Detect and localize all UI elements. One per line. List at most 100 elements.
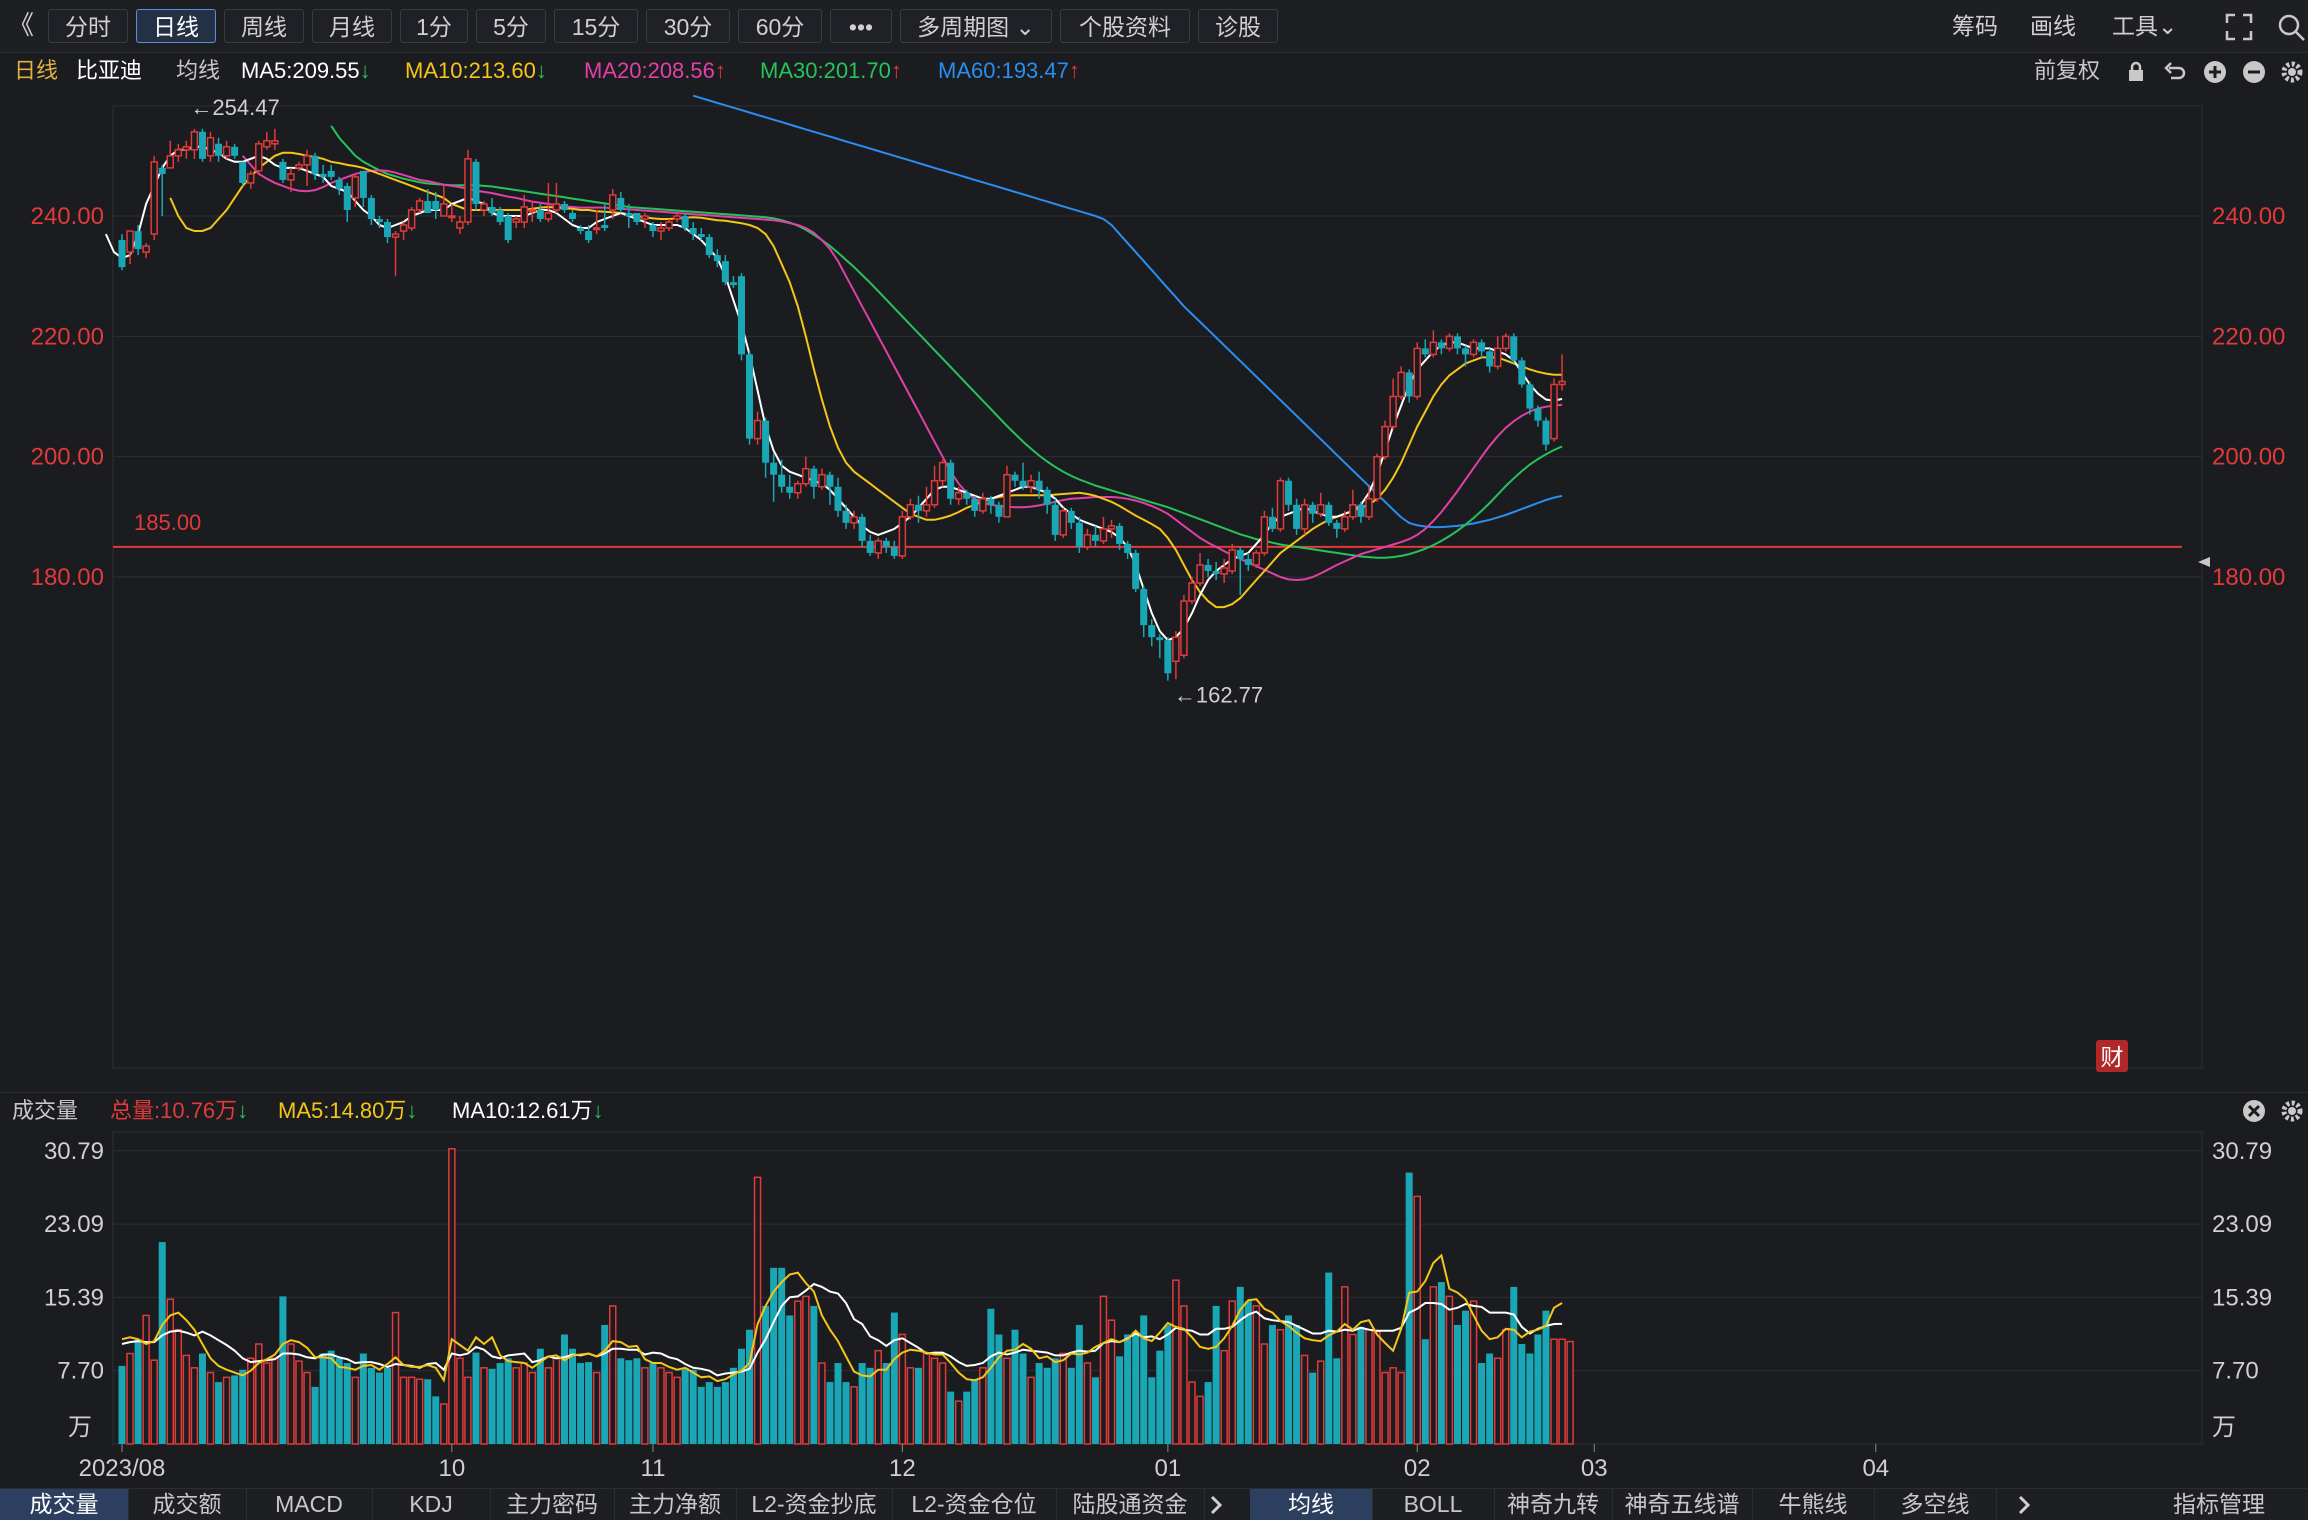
candle — [1397, 371, 1405, 398]
tab-kdj[interactable]: KDJ — [372, 1489, 491, 1520]
volume-bar — [1164, 1324, 1172, 1444]
chevron-right-icon[interactable] — [2012, 1493, 2036, 1517]
price-axis-right: 240.00 220.00 200.00 180.00 — [2212, 203, 2285, 591]
tab-magic-five[interactable]: 神奇五线谱 — [1612, 1489, 1753, 1520]
volume-bar — [1212, 1305, 1220, 1444]
candle — [1526, 384, 1534, 409]
lock-icon[interactable] — [2124, 60, 2148, 84]
multi-period-dropdown[interactable]: 多周期图 ⌄ — [900, 9, 1052, 43]
candle — [665, 221, 673, 229]
candle — [874, 540, 882, 554]
period-btn-1min[interactable]: 1分 — [400, 9, 468, 43]
volume-bar — [496, 1363, 504, 1444]
tab-main-force-code[interactable]: 主力密码 — [490, 1489, 615, 1520]
period-btn-weekly[interactable]: 周线 — [224, 9, 304, 43]
more-periods-button[interactable]: ••• — [830, 9, 892, 43]
support-line[interactable]: 185.00 — [113, 510, 2182, 548]
volume-bar — [134, 1339, 142, 1444]
search-icon[interactable] — [2276, 12, 2306, 42]
volume-bar — [1180, 1305, 1188, 1445]
settings-gear-icon[interactable] — [2280, 60, 2304, 84]
candle — [713, 255, 721, 262]
volume-bar — [1389, 1367, 1397, 1445]
ma10-value: MA10:213.60↓ — [405, 58, 547, 83]
candle — [625, 212, 633, 216]
tab-magic-nine[interactable]: 神奇九转 — [1494, 1489, 1613, 1520]
zoom-in-icon[interactable] — [2203, 60, 2227, 84]
chevron-right-icon[interactable] — [1204, 1493, 1228, 1517]
tab-volume[interactable]: 成交量 — [0, 1489, 129, 1520]
volume-bar — [1285, 1315, 1293, 1444]
tab-bull-bear[interactable]: 牛熊线 — [1752, 1489, 1875, 1520]
volume-bar — [1534, 1334, 1542, 1444]
close-icon[interactable] — [2242, 1099, 2266, 1123]
tab-main-force-net[interactable]: 主力净额 — [614, 1489, 737, 1520]
volume-settings-icon[interactable] — [2280, 1099, 2304, 1123]
candle — [1405, 372, 1413, 397]
candle — [1051, 504, 1059, 535]
volume-bar — [1043, 1367, 1051, 1444]
candle — [938, 461, 947, 482]
tools-dropdown[interactable]: 工具⌄ — [2112, 9, 2177, 43]
volume-bar — [826, 1382, 834, 1444]
candle — [914, 504, 922, 511]
tab-northbound[interactable]: 陆股通资金 — [1056, 1489, 1205, 1520]
undo-icon[interactable] — [2163, 60, 2187, 84]
price-chart[interactable]: 240.00 220.00 200.00 180.00 240.00 220.00 200… — [0, 90, 2308, 1090]
candle — [407, 209, 416, 229]
chips-button[interactable]: 筹码 — [1952, 9, 1998, 43]
period-btn-60min[interactable]: 60分 — [738, 9, 822, 43]
volume-bar — [1510, 1286, 1518, 1444]
volume-bar — [737, 1348, 745, 1444]
tab-macd[interactable]: MACD — [246, 1489, 373, 1520]
candle — [383, 222, 391, 238]
volume-bar — [1493, 1357, 1502, 1445]
volume-header: 成交量 总量:10.76万↓ MA5:14.80万↓ MA10:12.61万↓ — [0, 1092, 2308, 1129]
candle — [343, 185, 351, 210]
volume-title[interactable]: 成交量 — [12, 1093, 78, 1129]
candle — [729, 282, 737, 286]
period-btn-monthly[interactable]: 月线 — [312, 9, 392, 43]
candle — [1510, 336, 1518, 361]
volume-bar — [882, 1363, 890, 1444]
period-btn-daily[interactable]: 日线 — [136, 9, 216, 43]
tab-l2-bottom[interactable]: L2-资金抄底 — [736, 1489, 893, 1520]
volume-chart[interactable]: 30.79 30.79 23.09 23.09 15.39 15.39 7.70 7.70 万… — [0, 1128, 2308, 1488]
volume-bar — [625, 1360, 633, 1444]
candle — [746, 354, 754, 439]
volume-bar — [512, 1367, 520, 1445]
tab-ma[interactable]: 均线 — [1250, 1489, 1373, 1520]
candle — [1196, 564, 1204, 584]
tab-turnover[interactable]: 成交额 — [128, 1489, 247, 1520]
period-btn-fenshi[interactable]: 分时 — [48, 9, 128, 43]
candle — [1373, 455, 1381, 500]
zoom-out-icon[interactable] — [2242, 60, 2266, 84]
tab-long-short[interactable]: 多空线 — [1874, 1489, 1997, 1520]
volume-bar — [448, 1148, 456, 1445]
volume-bar — [689, 1369, 697, 1444]
volume-bar — [319, 1353, 327, 1444]
stock-name[interactable]: 比亚迪 — [76, 52, 142, 90]
volume-bar — [1059, 1352, 1068, 1445]
draw-line-button[interactable]: 画线 — [2030, 9, 2076, 43]
stock-info-button[interactable]: 个股资料 — [1060, 9, 1190, 43]
candle — [1469, 341, 1478, 356]
period-btn-5min[interactable]: 5分 — [476, 9, 546, 43]
volume-bar — [456, 1357, 464, 1445]
diagnose-button[interactable]: 诊股 — [1198, 9, 1278, 43]
expand-icon[interactable] — [2224, 12, 2254, 42]
period-btn-30min[interactable]: 30分 — [646, 9, 730, 43]
candle — [1035, 480, 1043, 490]
candle — [1124, 543, 1132, 553]
candle — [995, 504, 1003, 517]
candle — [1429, 341, 1438, 356]
adjust-mode[interactable]: 前复权 — [2034, 52, 2100, 90]
collapse-icon[interactable]: 《 — [8, 8, 34, 42]
volume-bar — [1558, 1338, 1566, 1445]
tab-l2-position[interactable]: L2-资金仓位 — [892, 1489, 1057, 1520]
period-btn-15min[interactable]: 15分 — [554, 9, 638, 43]
volume-bar — [1429, 1286, 1438, 1445]
tab-boll[interactable]: BOLL — [1372, 1489, 1495, 1520]
indicator-manage-button[interactable]: 指标管理 — [2130, 1489, 2308, 1520]
ma-label[interactable]: 均线 — [176, 52, 220, 90]
